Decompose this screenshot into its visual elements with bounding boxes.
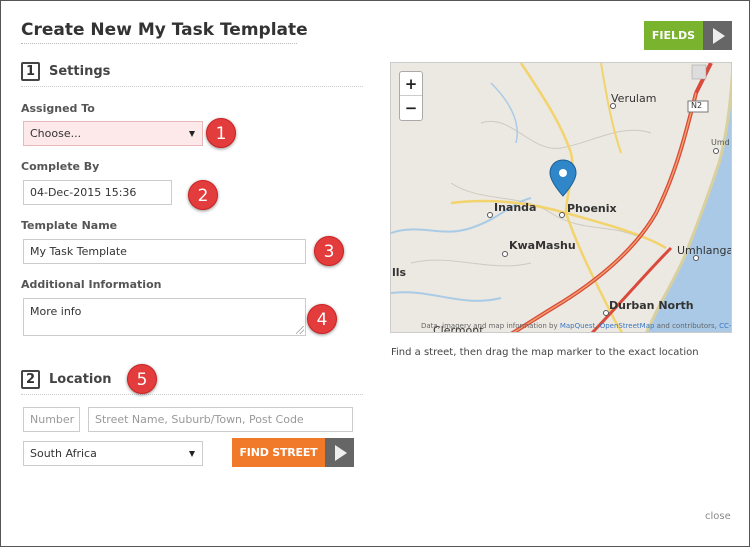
map-label-inanda: Inanda bbox=[494, 201, 537, 214]
additional-info-textarea[interactable]: More info bbox=[23, 298, 306, 336]
play-arrow-icon bbox=[325, 438, 354, 467]
assigned-to-label: Assigned To bbox=[21, 102, 95, 115]
additional-info-label: Additional Information bbox=[21, 278, 162, 291]
mapquest-link[interactable]: MapQuest bbox=[560, 322, 595, 330]
annotation-badge-5: 5 bbox=[127, 364, 157, 394]
resize-handle-icon[interactable] bbox=[296, 326, 304, 334]
map-label-umhlanga: Umhlanga I bbox=[677, 244, 732, 257]
street-search-input[interactable]: Street Name, Suburb/Town, Post Code bbox=[88, 407, 353, 432]
map-label-phoenix: Phoenix bbox=[567, 202, 617, 215]
assigned-to-select[interactable]: Choose... bbox=[23, 121, 203, 146]
fields-button-label: FIELDS bbox=[644, 21, 703, 50]
street-number-placeholder: Number bbox=[30, 413, 75, 426]
annotation-badge-4: 4 bbox=[307, 304, 337, 334]
map-road-shield-n2: N2 bbox=[691, 101, 703, 110]
annotation-badge-1: 1 bbox=[206, 118, 236, 148]
location-step-number: 2 bbox=[21, 370, 40, 389]
street-number-input[interactable]: Number bbox=[23, 407, 80, 432]
settings-heading: Settings bbox=[49, 64, 111, 79]
complete-by-value: 04-Dec-2015 15:36 bbox=[30, 186, 137, 199]
attribution-prefix: Data, imagery and map information by bbox=[421, 322, 560, 330]
chevron-down-icon bbox=[189, 451, 195, 457]
license-link[interactable]: CC-BY-SA bbox=[719, 322, 731, 330]
map-tiles bbox=[391, 63, 731, 332]
zoom-in-button[interactable]: + bbox=[400, 72, 422, 96]
find-street-button[interactable]: FIND STREET bbox=[232, 438, 354, 467]
close-link[interactable]: close bbox=[705, 511, 731, 522]
chevron-down-icon bbox=[189, 131, 195, 137]
additional-info-value: More info bbox=[30, 305, 82, 318]
annotation-badge-2: 2 bbox=[188, 180, 218, 210]
fields-button[interactable]: FIELDS bbox=[644, 21, 732, 50]
complete-by-input[interactable]: 04-Dec-2015 15:36 bbox=[23, 180, 172, 205]
country-value: South Africa bbox=[30, 447, 97, 460]
location-map[interactable]: Verulam Phoenix Inanda KwaMashu Umhlanga… bbox=[390, 62, 732, 333]
template-name-input[interactable]: My Task Template bbox=[23, 239, 306, 264]
location-section-header: 2 Location bbox=[21, 370, 363, 395]
dialog-title: Create New My Task Template bbox=[21, 20, 308, 44]
map-attribution: Data, imagery and map information by Map… bbox=[421, 322, 731, 330]
annotation-badge-3: 3 bbox=[314, 236, 344, 266]
map-label-umd: Umd bbox=[711, 138, 730, 147]
map-label-durban-north: Durban North bbox=[609, 299, 694, 312]
create-task-template-dialog: Create New My Task Template FIELDS 1 Set… bbox=[0, 0, 750, 547]
openstreetmap-link[interactable]: OpenStreetMap bbox=[600, 322, 655, 330]
template-name-value: My Task Template bbox=[30, 245, 127, 258]
attribution-mid: and contributors, bbox=[654, 322, 720, 330]
location-heading: Location bbox=[49, 372, 112, 387]
map-zoom-control: + − bbox=[399, 71, 423, 121]
map-hint-text: Find a street, then drag the map marker … bbox=[391, 347, 699, 358]
settings-step-number: 1 bbox=[21, 62, 40, 81]
map-label-lls: lls bbox=[392, 266, 407, 279]
map-label-kwamashu: KwaMashu bbox=[509, 239, 576, 252]
complete-by-label: Complete By bbox=[21, 160, 100, 173]
find-street-label: FIND STREET bbox=[232, 438, 325, 467]
map-label-verulam: Verulam bbox=[611, 92, 657, 105]
assigned-to-value: Choose... bbox=[30, 127, 82, 140]
play-arrow-icon bbox=[703, 21, 732, 50]
zoom-out-button[interactable]: − bbox=[400, 96, 422, 120]
country-select[interactable]: South Africa bbox=[23, 441, 203, 466]
settings-section-header: 1 Settings bbox=[21, 62, 363, 87]
street-search-placeholder: Street Name, Suburb/Town, Post Code bbox=[95, 413, 304, 426]
template-name-label: Template Name bbox=[21, 219, 118, 232]
